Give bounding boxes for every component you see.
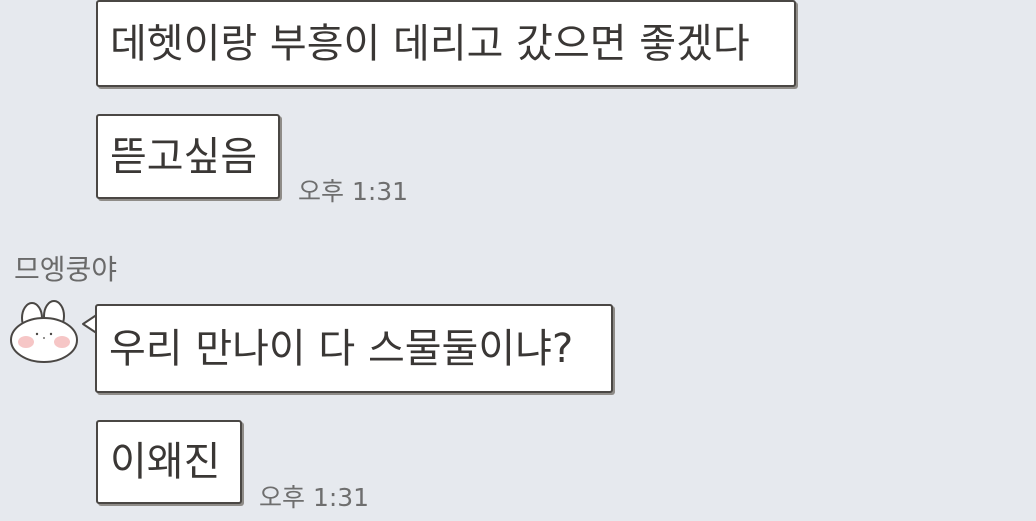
- chat-area: 데헷이랑 부흥이 데리고 갔으면 좋겠다 뜯고싶음 오후 1:31 므엥쿵야 우…: [0, 0, 1036, 521]
- chat-bubble[interactable]: 뜯고싶음: [96, 114, 280, 199]
- message-time: 오후 1:31: [298, 177, 409, 206]
- avatar[interactable]: [8, 298, 82, 364]
- message-time: 오후 1:31: [259, 483, 370, 512]
- chat-bubble[interactable]: 데헷이랑 부흥이 데리고 갔으면 좋겠다: [96, 0, 796, 87]
- message-text: 데헷이랑 부흥이 데리고 갔으면 좋겠다: [110, 20, 750, 67]
- chat-bubble[interactable]: 이왜진: [96, 420, 242, 504]
- message-text: 우리 만나이 다 스물둘이냐?: [109, 325, 574, 372]
- sender-name: 므엥쿵야: [14, 253, 118, 286]
- chat-bubble[interactable]: 우리 만나이 다 스물둘이냐?: [95, 304, 613, 393]
- message-text: 뜯고싶음: [110, 133, 258, 180]
- message-text: 이왜진: [110, 439, 221, 485]
